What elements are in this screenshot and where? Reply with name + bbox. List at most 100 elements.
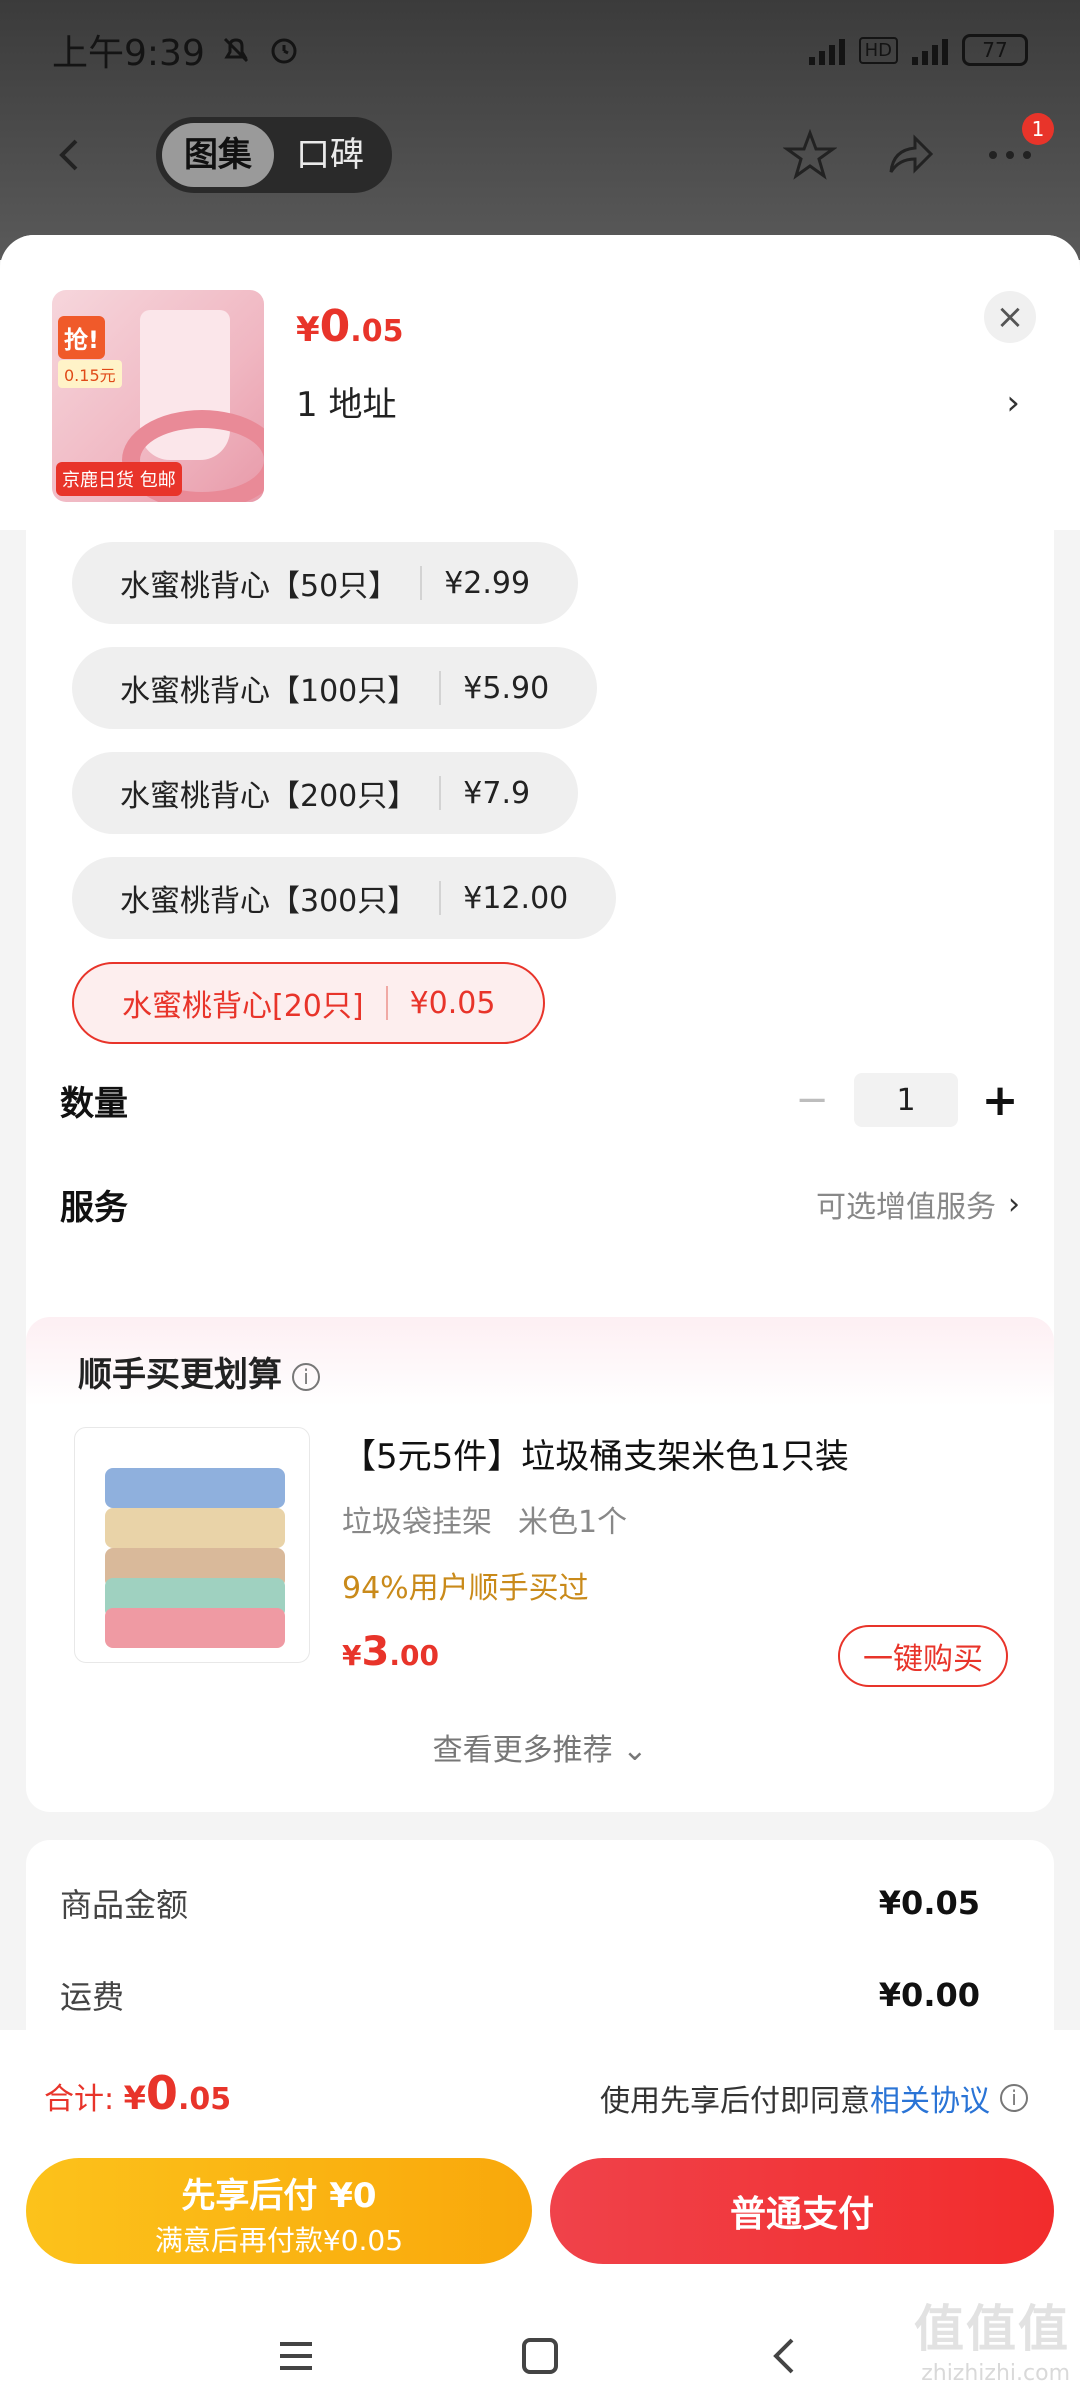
price-symbol: ¥: [296, 310, 320, 350]
top-nav: 图集 口碑 1: [0, 110, 1080, 200]
summary-value: ¥0.00: [878, 1976, 980, 2014]
thumbnail-tag-grab: 抢!: [58, 316, 105, 359]
total-int: 0: [145, 2066, 178, 2120]
chevron-right-icon: ›: [1008, 1186, 1020, 1222]
recommendation-title: 顺手买更划算 i: [78, 1347, 320, 1396]
product-header: 抢! 0.15元 京鹿日货 包邮 ¥0.05 1 地址 › ×: [0, 235, 1080, 530]
share-icon[interactable]: [880, 125, 940, 185]
quantity-minus-button[interactable]: −: [792, 1077, 832, 1123]
total-dec: .05: [177, 2082, 232, 2117]
status-time: 上午9:39: [52, 33, 205, 74]
pay-later-label: 先享后付 ¥0: [181, 2176, 377, 2216]
quantity-label: 数量: [60, 1083, 128, 1124]
summary-label: 运费: [60, 1978, 125, 2016]
spec-name: 水蜜桃背心【300只】: [120, 884, 418, 919]
one-click-buy-button[interactable]: 一键购买: [838, 1625, 1008, 1687]
spec-price: ¥7.9: [463, 775, 531, 811]
chevron-right-icon[interactable]: ›: [1006, 383, 1020, 423]
signal-5g-icon: [912, 35, 948, 65]
message-badge: 1: [1022, 113, 1054, 145]
recommendation-name[interactable]: 【5元5件】垃圾桶支架米色1只装: [342, 1429, 849, 1478]
service-hint: 可选增值服务: [816, 1190, 996, 1225]
back-icon[interactable]: [40, 125, 100, 185]
agreement-prefix: 使用先享后付即同意: [600, 2084, 870, 2119]
recommendation-price: ¥3.00: [342, 1629, 439, 1675]
service-label: 服务: [60, 1187, 128, 1228]
recommendation-card: 顺手买更划算 i 【5元5件】垃圾桶支架米色1只装 垃圾袋挂架 米色1个 94%用户…: [26, 1317, 1054, 1812]
address-selector[interactable]: 1 地址: [296, 377, 396, 426]
agreement-text: 使用先享后付即同意 相关协议 i: [600, 2076, 1028, 2120]
product-price: ¥0.05: [296, 301, 403, 352]
summary-row-shipping: 运费 ¥0.00: [60, 1972, 1020, 2018]
spec-option-300[interactable]: 水蜜桃背心【300只】 ¥12.00: [72, 857, 617, 939]
attr-2: 米色1个: [518, 1505, 628, 1540]
total-symbol: ¥: [123, 2079, 146, 2117]
tab-gallery[interactable]: 图集: [162, 123, 274, 187]
battery-icon: 77: [962, 34, 1028, 66]
spec-name: 水蜜桃背心【100只】: [120, 674, 418, 709]
recommendation-popularity: 94%用户顺手买过: [342, 1571, 589, 1606]
spec-option-100[interactable]: 水蜜桃背心【100只】 ¥5.90: [72, 647, 598, 729]
rack-pink: [105, 1608, 285, 1648]
battery-level: 77: [982, 38, 1008, 62]
watermark: 值值值 zhizhizhi.com: [914, 2289, 1070, 2386]
attr-1: 垃圾袋挂架: [342, 1505, 492, 1540]
summary-value: ¥0.05: [878, 1884, 980, 1922]
recommendation-title-text: 顺手买更划算: [78, 1355, 282, 1395]
total-label: 合计:: [44, 2082, 124, 2117]
quantity-plus-button[interactable]: +: [980, 1075, 1020, 1126]
watermark-logo: 值值值: [914, 2300, 1070, 2358]
close-button[interactable]: ×: [984, 291, 1036, 343]
spec-price: ¥12.00: [463, 880, 569, 916]
info-icon[interactable]: i: [292, 1362, 320, 1391]
info-icon[interactable]: i: [1000, 2084, 1028, 2112]
price-symbol: ¥: [342, 1639, 362, 1672]
thumbnail-tag-price: 0.15元: [58, 360, 122, 388]
tab-reviews[interactable]: 口碑: [274, 123, 386, 187]
back-nav-icon[interactable]: [762, 2334, 806, 2378]
pay-later-sub: 满意后再付款¥0.05: [154, 2224, 404, 2257]
home-icon[interactable]: [518, 2334, 562, 2378]
quantity-stepper: − 1 +: [792, 1073, 1020, 1127]
thumbnail-tag-shipping: 京鹿日货 包邮: [56, 462, 182, 496]
hd-icon: HD: [858, 36, 898, 64]
recommendation-attrs: 垃圾袋挂架 米色1个: [342, 1497, 653, 1541]
service-row[interactable]: 服务 可选增值服务 ›: [60, 1164, 1020, 1244]
rack-blue: [105, 1468, 285, 1508]
price-dec: .00: [389, 1639, 439, 1672]
signal-icon: [808, 35, 845, 65]
product-thumbnail[interactable]: 抢! 0.15元 京鹿日货 包邮: [52, 290, 264, 502]
summary-label: 商品金额: [60, 1886, 189, 1924]
price-int: 3: [361, 1629, 390, 1675]
agreement-link[interactable]: 相关协议: [870, 2076, 990, 2120]
spec-name: 水蜜桃背心【50只】: [120, 569, 399, 604]
spec-price: ¥0.05: [409, 985, 496, 1021]
rack-beige: [105, 1508, 285, 1548]
quantity-row: 数量 − 1 +: [60, 1060, 1020, 1140]
summary-row-goods: 商品金额 ¥0.05: [60, 1880, 1020, 1926]
pay-later-button[interactable]: 先享后付 ¥0 满意后再付款¥0.05: [26, 2158, 532, 2264]
normal-pay-button[interactable]: 普通支付: [550, 2158, 1054, 2264]
spec-option-50[interactable]: 水蜜桃背心【50只】 ¥2.99: [72, 542, 579, 624]
spec-option-200[interactable]: 水蜜桃背心【200只】 ¥7.9: [72, 752, 579, 834]
status-bar: 上午9:39 HD 77: [0, 0, 1080, 100]
watermark-url: zhizhizhi.com: [921, 2361, 1070, 2386]
alarm-icon: [271, 38, 297, 64]
view-switch: 图集 口碑: [156, 117, 392, 193]
spec-name: 水蜜桃背心【200只】: [120, 779, 418, 814]
quantity-input[interactable]: 1: [854, 1073, 958, 1127]
price-dec: .05: [350, 314, 404, 349]
spec-name: 水蜜桃背心[20只]: [122, 989, 364, 1024]
spec-price: ¥5.90: [463, 670, 550, 706]
favorite-star-icon[interactable]: [780, 125, 840, 185]
mute-bell-icon: [223, 37, 248, 63]
more-icon[interactable]: 1: [980, 113, 1054, 185]
price-int: 0: [319, 301, 351, 352]
total-price: 合计: ¥0.05: [44, 2066, 231, 2120]
checkout-bar: 合计: ¥0.05 使用先享后付即同意 相关协议 i 先享后付 ¥0 满意后再付款…: [0, 2030, 1080, 2400]
recommendation-image[interactable]: [74, 1427, 310, 1663]
spec-price: ¥2.99: [444, 565, 531, 601]
see-more-recommendations[interactable]: 查看更多推荐 ⌄: [26, 1725, 1054, 1769]
spec-option-20-selected[interactable]: 水蜜桃背心[20只] ¥0.05: [72, 962, 546, 1044]
menu-icon[interactable]: [274, 2334, 318, 2378]
